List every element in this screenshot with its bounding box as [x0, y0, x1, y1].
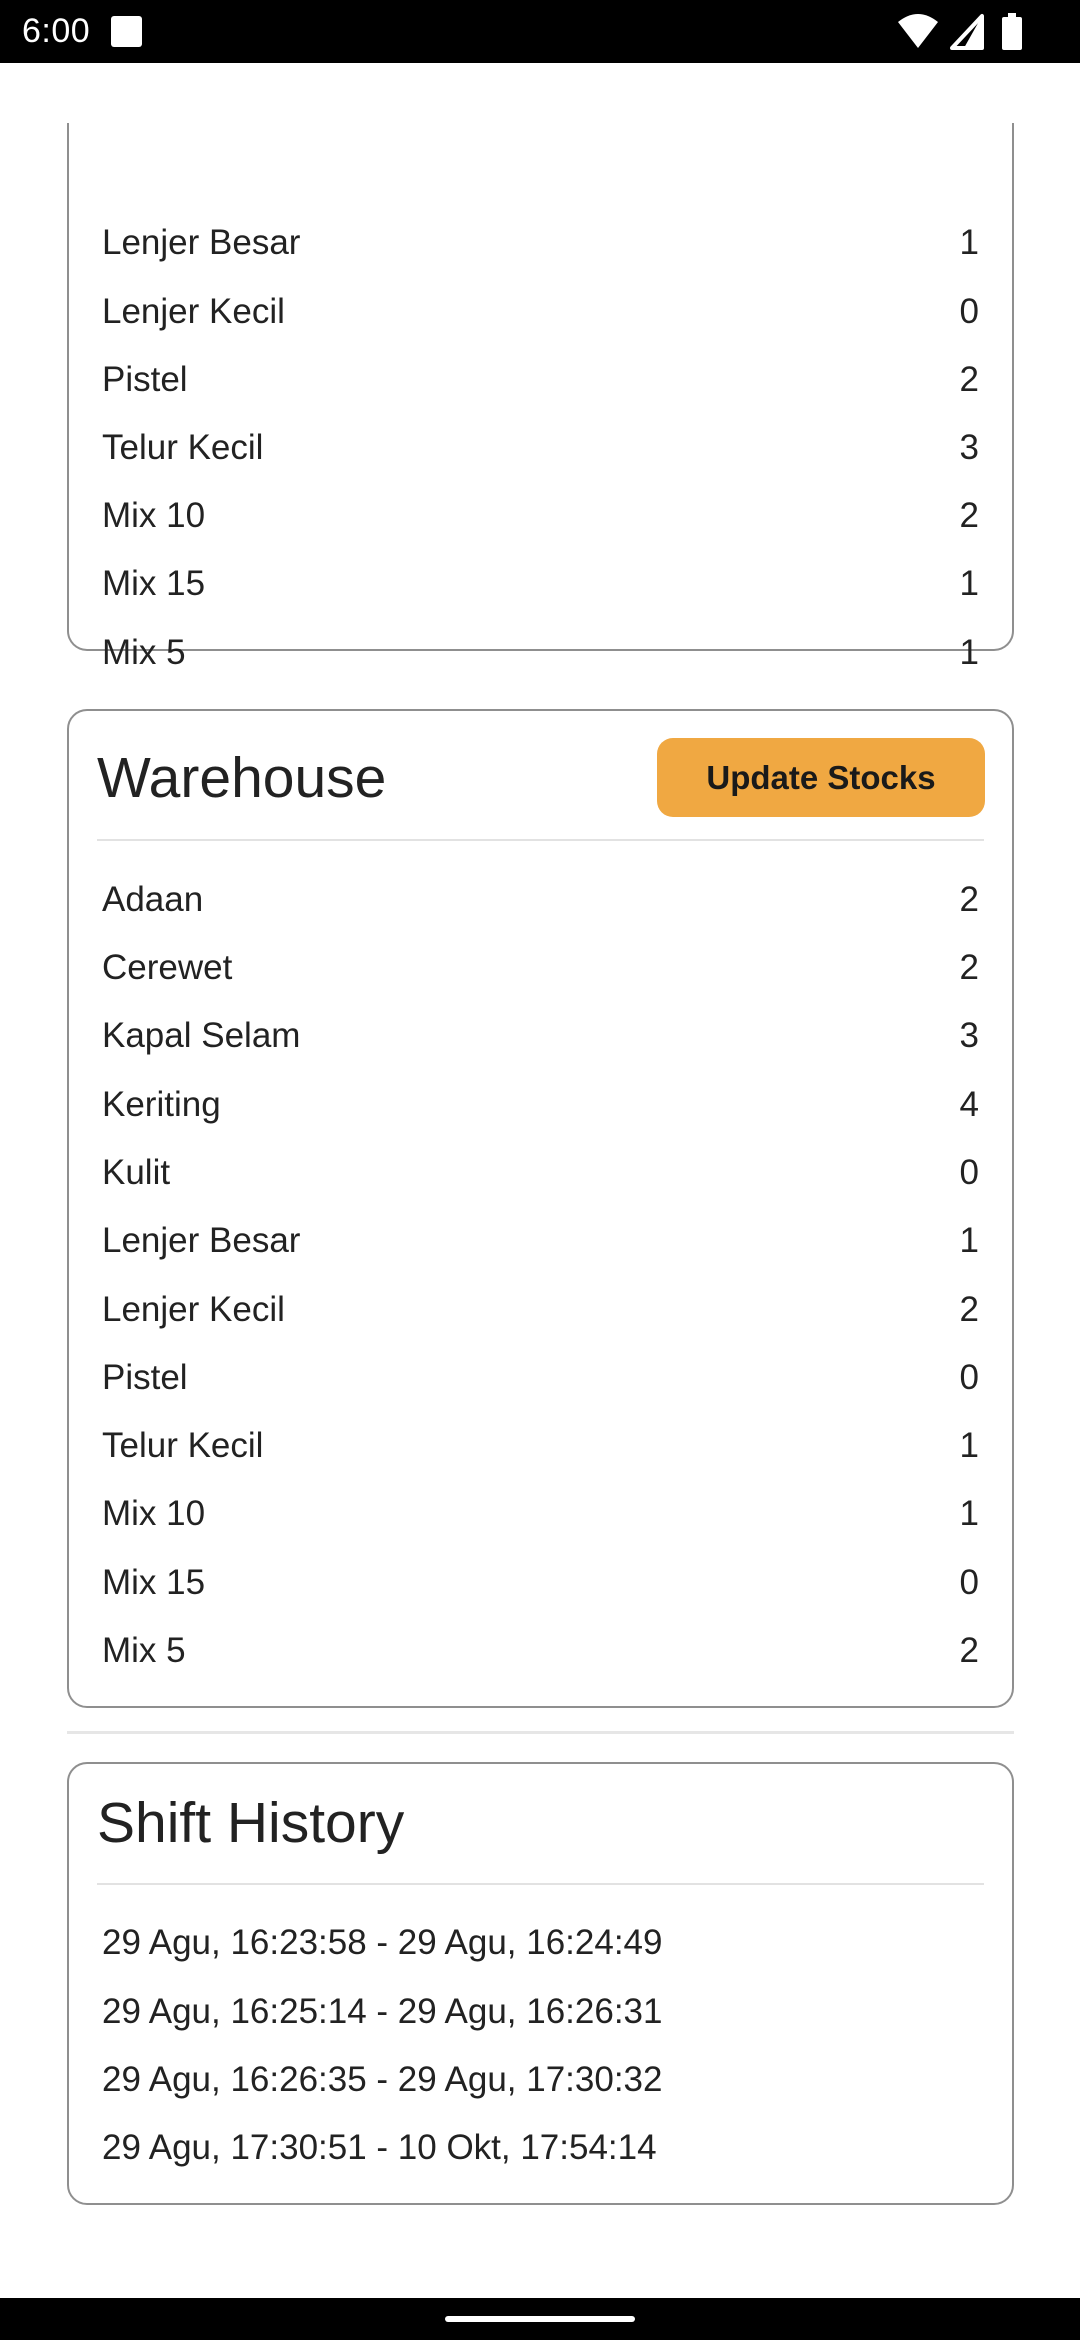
item-qty: 2 [959, 1631, 979, 1670]
shift-history-title: Shift History [97, 1791, 405, 1855]
shift-history-entry: 29 Agu, 17:30:51 - 10 Okt, 17:54:14 [102, 2128, 657, 2167]
stock-row: Telur Kecil 3 [102, 414, 979, 482]
shift-history-entry: 29 Agu, 16:25:14 - 29 Agu, 16:26:31 [102, 1992, 663, 2031]
item-name: Lenjer Kecil [102, 292, 285, 331]
warehouse-row: Lenjer Kecil 2 [102, 1276, 979, 1344]
item-qty: 3 [959, 1016, 979, 1055]
shift-history-entry: 29 Agu, 16:23:58 - 29 Agu, 16:24:49 [102, 1923, 663, 1962]
section-divider [67, 1731, 1014, 1734]
stock-row: Lenjer Kecil 0 [102, 278, 979, 346]
item-qty: 2 [959, 880, 979, 919]
item-name: Telur Kecil [102, 428, 264, 467]
warehouse-divider [97, 839, 984, 841]
stock-row: Pistel 2 [102, 346, 979, 414]
item-qty: 2 [959, 496, 979, 535]
notification-square-icon [111, 16, 142, 47]
warehouse-row: Kulit 0 [102, 1139, 979, 1207]
item-qty: 1 [959, 223, 979, 262]
signal-icon [950, 14, 984, 50]
item-qty: 1 [959, 564, 979, 603]
item-name: Lenjer Besar [102, 223, 301, 262]
item-qty: 4 [959, 1085, 979, 1124]
home-gesture-handle[interactable] [445, 2316, 635, 2322]
navigation-bar [0, 2298, 1080, 2340]
stock-row: Mix 10 2 [102, 482, 979, 550]
item-name: Kapal Selam [102, 1016, 301, 1055]
warehouse-row: Mix 5 2 [102, 1617, 979, 1685]
item-qty: 1 [959, 1221, 979, 1260]
item-qty: 2 [959, 1290, 979, 1329]
item-name: Adaan [102, 880, 204, 919]
wifi-icon [898, 14, 938, 48]
status-bar: 6:00 [0, 0, 1080, 63]
item-name: Mix 5 [102, 633, 186, 672]
status-icons [896, 12, 1056, 52]
main-content[interactable]: Lenjer Besar 1 Lenjer Kecil 0 Pistel 2 T… [0, 63, 1080, 2298]
item-qty: 1 [959, 1426, 979, 1465]
item-qty: 0 [959, 1563, 979, 1602]
item-qty: 0 [959, 1153, 979, 1192]
warehouse-row: Adaan 2 [102, 866, 979, 934]
warehouse-row: Mix 10 1 [102, 1480, 979, 1548]
item-qty: 2 [959, 360, 979, 399]
item-name: Mix 5 [102, 1631, 186, 1670]
shift-history-card: Shift History 29 Agu, 16:23:58 - 29 Agu,… [67, 1762, 1014, 2205]
item-qty: 0 [959, 292, 979, 331]
stock-row: Lenjer Besar 1 [102, 209, 979, 277]
warehouse-row: Mix 15 0 [102, 1549, 979, 1617]
shift-history-divider [97, 1883, 984, 1885]
item-name: Telur Kecil [102, 1426, 264, 1465]
item-name: Pistel [102, 1358, 188, 1397]
item-qty: 0 [959, 1358, 979, 1397]
shift-history-entry: 29 Agu, 16:26:35 - 29 Agu, 17:30:32 [102, 2060, 663, 2099]
warehouse-row: Kapal Selam 3 [102, 1002, 979, 1070]
item-name: Mix 15 [102, 1563, 206, 1602]
warehouse-row: Keriting 4 [102, 1071, 979, 1139]
warehouse-row: Pistel 0 [102, 1344, 979, 1412]
item-qty: 1 [959, 1494, 979, 1533]
stock-row: Mix 15 1 [102, 550, 979, 618]
status-time: 6:00 [22, 12, 91, 50]
item-name: Pistel [102, 360, 188, 399]
item-name: Keriting [102, 1085, 221, 1124]
item-name: Cerewet [102, 948, 233, 987]
item-name: Lenjer Besar [102, 1221, 301, 1260]
item-name: Lenjer Kecil [102, 1290, 285, 1329]
item-name: Mix 10 [102, 496, 206, 535]
battery-icon [1002, 13, 1022, 50]
item-qty: 2 [959, 948, 979, 987]
warehouse-row: Telur Kecil 1 [102, 1412, 979, 1480]
stock-card-top: Lenjer Besar 1 Lenjer Kecil 0 Pistel 2 T… [67, 123, 1014, 672]
update-stocks-button[interactable]: Update Stocks [657, 738, 985, 817]
item-qty: 3 [959, 428, 979, 467]
item-name: Kulit [102, 1153, 171, 1192]
warehouse-row: Lenjer Besar 1 [102, 1207, 979, 1275]
item-name: Mix 10 [102, 1494, 206, 1533]
item-qty: 1 [959, 633, 979, 672]
warehouse-row: Cerewet 2 [102, 934, 979, 1002]
item-name: Mix 15 [102, 564, 206, 603]
stock-row: Mix 5 1 [102, 619, 979, 687]
warehouse-card: Warehouse Update Stocks Adaan 2 Cerewet … [67, 709, 1014, 1708]
warehouse-title: Warehouse [97, 746, 387, 810]
